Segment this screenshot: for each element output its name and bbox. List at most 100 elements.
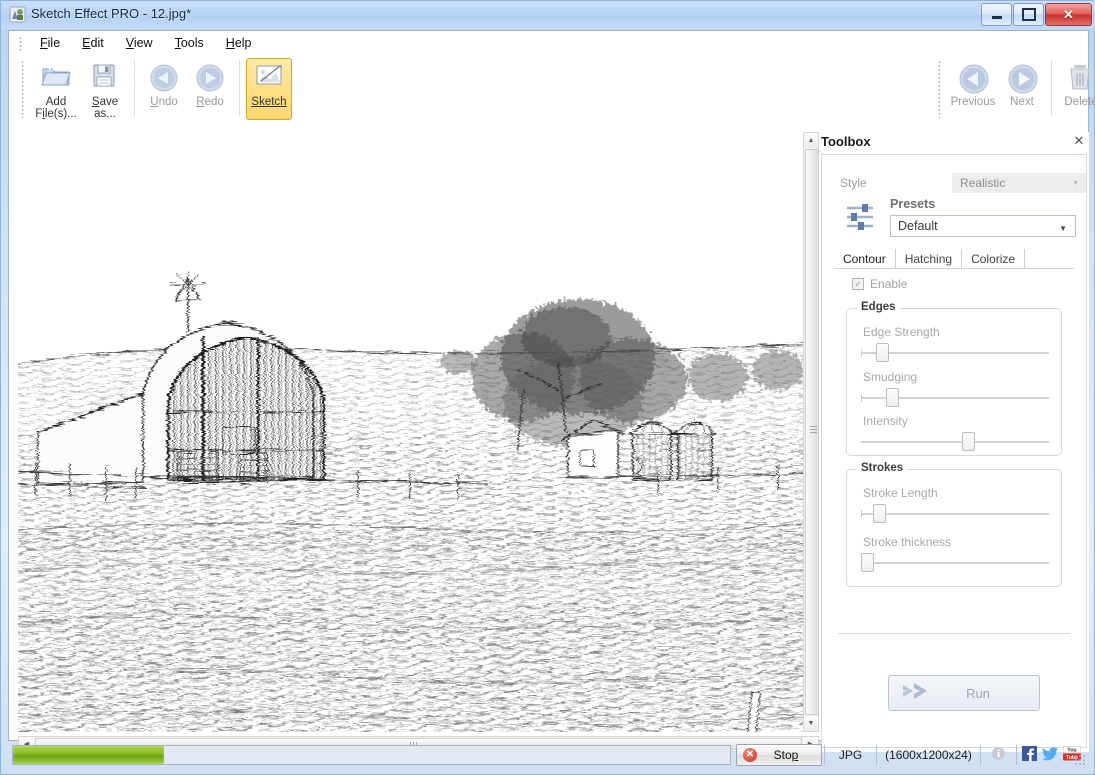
file-format-value: JPG — [838, 748, 863, 762]
sketch-image — [18, 132, 807, 732]
status-bar: ✕ Stop JPG (1600x1200x24) You Tube — [8, 742, 1089, 769]
presets-value: Default — [898, 219, 938, 233]
slider-knob[interactable] — [861, 553, 874, 572]
app-icon — [9, 6, 26, 23]
undo-button[interactable]: Undo — [141, 58, 187, 120]
toolbar-separator-2 — [239, 60, 240, 116]
menu-edit[interactable]: Edit — [71, 33, 115, 53]
twitter-icon[interactable] — [1041, 746, 1058, 764]
image-dimensions-cell: (1600x1200x24) — [876, 745, 980, 765]
slider-knob[interactable] — [873, 504, 886, 523]
menu-tools[interactable]: Tools — [164, 33, 215, 53]
svg-text:You: You — [1067, 748, 1076, 754]
client-area: FFileile Edit View Tools Help — [8, 30, 1095, 752]
stop-button[interactable]: ✕ Stop — [736, 744, 822, 766]
slider-track — [861, 513, 1049, 515]
slider-knob[interactable] — [962, 432, 975, 451]
stroke-thickness-slider[interactable] — [861, 553, 1049, 572]
toolbox-panel: Toolbox ✕ Style Realistic ▼ Presets Defa… — [821, 132, 1089, 752]
progress-bar — [12, 745, 731, 765]
close-button[interactable]: ✕ — [1045, 3, 1092, 26]
slider-tick — [861, 349, 862, 357]
trash-icon — [1066, 63, 1095, 93]
save-as-button[interactable]: Save as... — [82, 58, 128, 120]
intensity-label: Intensity — [863, 414, 908, 428]
application-window: Sketch Effect PRO - 12.jpg* ✕ FFileile E… — [0, 0, 1095, 775]
style-value: Realistic — [960, 176, 1006, 190]
presets-dropdown[interactable]: Default ▼ — [890, 215, 1076, 237]
floppy-disk-icon — [90, 63, 120, 93]
left-circle-arrow-icon — [958, 63, 989, 94]
caret-down-icon[interactable]: ▼ — [804, 716, 818, 731]
edges-group: Edges Edge Strength Smudging Intensity — [846, 301, 1062, 456]
sketch-button[interactable]: Sketch — [246, 58, 292, 120]
previous-button[interactable]: Previous — [947, 58, 999, 120]
enable-checkbox-row[interactable]: ✓ Enable — [852, 277, 907, 291]
restore-button[interactable] — [1013, 3, 1044, 26]
strokes-group-title: Strokes — [857, 462, 908, 474]
image-viewport[interactable] — [18, 132, 807, 732]
undo-label: Undo — [150, 96, 178, 108]
toolbar-grip[interactable] — [21, 60, 24, 118]
info-cell[interactable] — [980, 745, 1016, 765]
caret-up-icon[interactable]: ▲ — [804, 133, 818, 148]
info-icon[interactable] — [991, 746, 1006, 764]
delete-button[interactable]: Delete — [1058, 58, 1095, 120]
run-label: Run — [966, 685, 990, 701]
edge-strength-slider[interactable] — [861, 343, 1049, 362]
redo-button[interactable]: Redo — [187, 58, 233, 120]
stroke-thickness-label: Stroke thickness — [863, 535, 952, 549]
enable-label: Enable — [870, 277, 908, 291]
add-files-button[interactable]: Add File(s)... — [30, 58, 82, 120]
strokes-group: Strokes Stroke Length Stroke thickness — [846, 462, 1062, 587]
add-files-label: Add File(s)... — [35, 96, 77, 120]
stroke-length-label: Stroke Length — [863, 486, 938, 500]
image-dimensions-value: (1600x1200x24) — [885, 748, 972, 762]
slider-knob[interactable] — [886, 388, 899, 407]
sketch-picture-icon — [254, 63, 284, 93]
chevron-down-icon: ▼ — [1072, 180, 1079, 187]
toolbox-body: Style Realistic ▼ Presets Default ▼ Cont… — [821, 154, 1087, 748]
menu-bar: FFileile Edit View Tools Help — [9, 31, 1088, 56]
facebook-icon[interactable] — [1021, 746, 1037, 764]
chevron-down-icon: ▼ — [1059, 224, 1067, 233]
redo-arrow-icon — [195, 63, 225, 93]
slider-knob[interactable] — [876, 343, 889, 362]
slider-tick — [861, 510, 862, 518]
toolbar-group-navigation: Previous Next Delete — [934, 58, 1095, 122]
sketch-label: Sketch — [251, 96, 287, 108]
style-dropdown[interactable]: Realistic ▼ — [952, 173, 1086, 193]
stroke-length-slider[interactable] — [861, 504, 1049, 523]
tab-hatching[interactable]: Hatching — [896, 249, 963, 268]
close-icon[interactable]: ✕ — [1072, 134, 1086, 148]
minimize-button[interactable] — [981, 3, 1012, 26]
window-controls: ✕ — [980, 3, 1092, 26]
slider-tick — [861, 394, 862, 402]
menu-help[interactable]: Help — [215, 33, 263, 53]
toolbar-grip-right[interactable] — [938, 60, 941, 118]
tab-colorize[interactable]: Colorize — [962, 249, 1026, 268]
window-title: Sketch Effect PRO - 12.jpg* — [31, 6, 192, 21]
delete-label: Delete — [1064, 96, 1095, 108]
edge-strength-label: Edge Strength — [863, 325, 940, 339]
image-vertical-scrollbar[interactable]: ▲ ▼ — [803, 132, 819, 732]
vscroll-thumb[interactable] — [805, 149, 819, 715]
run-button[interactable]: Run — [888, 675, 1040, 711]
toolbar-separator — [134, 60, 135, 116]
menu-file[interactable]: FFileile — [29, 33, 71, 53]
undo-arrow-icon — [149, 63, 179, 93]
smudging-slider[interactable] — [861, 388, 1049, 407]
resize-grip-icon[interactable] — [1074, 754, 1086, 766]
toolbar-group-file: Add File(s)... Save as... Undo Redo Sket… — [17, 58, 292, 122]
previous-label: Previous — [950, 96, 996, 108]
slider-track — [861, 441, 1049, 443]
menu-view[interactable]: View — [115, 33, 164, 53]
title-bar: Sketch Effect PRO - 12.jpg* ✕ — [1, 1, 1095, 29]
intensity-slider[interactable] — [861, 432, 1049, 451]
tab-contour[interactable]: Contour — [834, 249, 896, 268]
menu-grip[interactable] — [19, 35, 22, 51]
check-icon[interactable]: ✓ — [852, 278, 864, 290]
redo-label: Redo — [196, 96, 224, 108]
toolbox-tabs: Contour Hatching Colorize — [834, 249, 1074, 269]
next-button[interactable]: Next — [999, 58, 1045, 120]
